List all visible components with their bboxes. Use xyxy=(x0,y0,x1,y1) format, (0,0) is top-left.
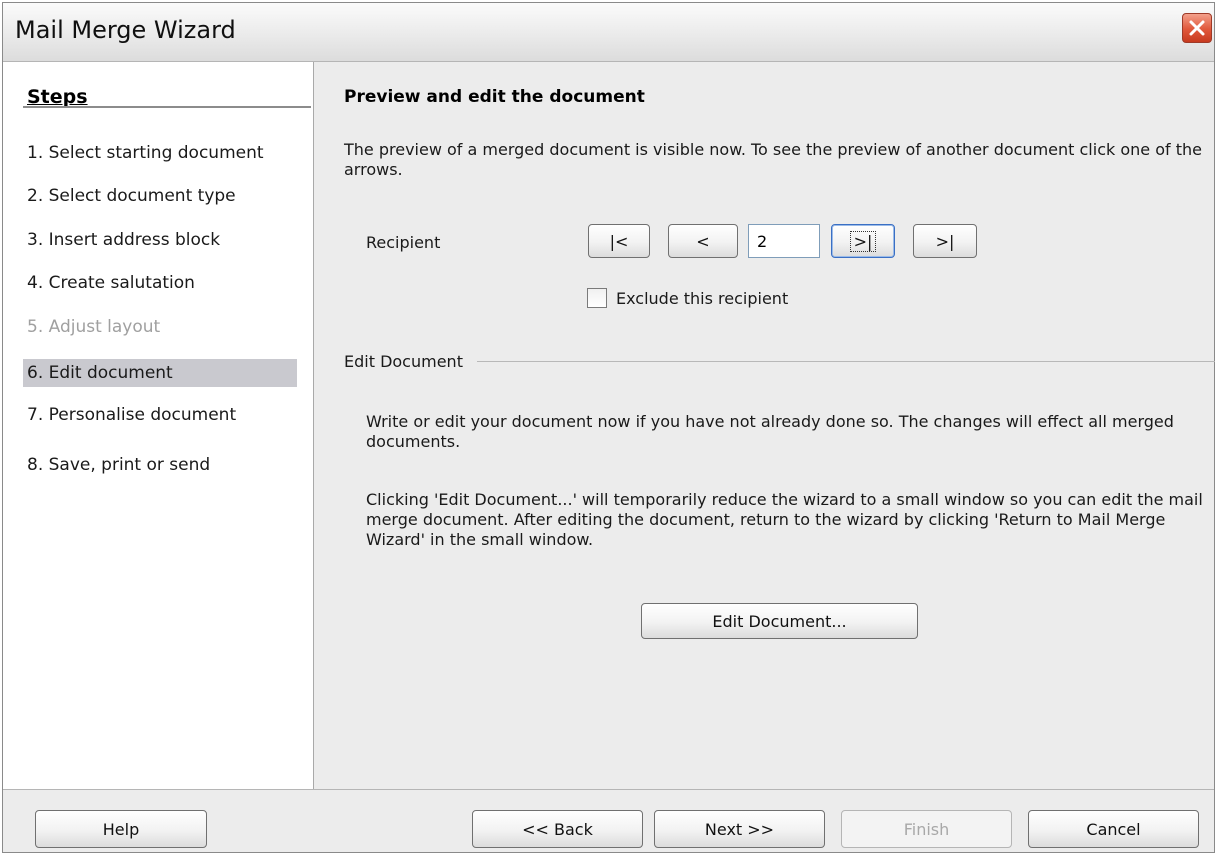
back-button[interactable]: << Back xyxy=(472,810,643,848)
back-button-label: << Back xyxy=(522,819,593,839)
last-recipient-button[interactable]: >| xyxy=(913,224,977,258)
finish-button: Finish xyxy=(841,810,1012,848)
preview-description: The preview of a merged document is visi… xyxy=(344,140,1202,179)
content-pane: Preview and edit the document The previe… xyxy=(314,62,1215,789)
close-icon xyxy=(1189,20,1205,36)
finish-button-label: Finish xyxy=(903,819,950,839)
window-title: Mail Merge Wizard xyxy=(15,16,236,44)
exclude-recipient-checkbox[interactable] xyxy=(587,288,607,308)
previous-recipient-label: < xyxy=(696,231,710,251)
close-button[interactable] xyxy=(1182,13,1212,43)
step-select-starting-document[interactable]: 1. Select starting document xyxy=(23,139,297,167)
step-save-print-send[interactable]: 8. Save, print or send xyxy=(23,451,297,479)
steps-divider xyxy=(23,106,311,108)
last-recipient-label: >| xyxy=(935,231,955,251)
group-separator xyxy=(477,361,1215,362)
step-adjust-layout: 5. Adjust layout xyxy=(27,317,161,337)
step-select-document-type[interactable]: 2. Select document type xyxy=(23,182,297,210)
title-bar: Mail Merge Wizard xyxy=(3,3,1214,62)
steps-title: Steps xyxy=(27,86,88,108)
first-recipient-button[interactable]: |< xyxy=(588,224,650,258)
previous-recipient-button[interactable]: < xyxy=(668,224,738,258)
recipient-label: Recipient xyxy=(366,233,441,252)
edit-explanation: Clicking 'Edit Document...' will tempora… xyxy=(366,490,1203,549)
cancel-button[interactable]: Cancel xyxy=(1028,810,1199,848)
page-title: Preview and edit the document xyxy=(344,87,645,107)
recipient-number-field[interactable] xyxy=(748,224,820,258)
edit-document-button[interactable]: Edit Document... xyxy=(641,603,918,639)
step-create-salutation[interactable]: 4. Create salutation xyxy=(23,269,297,297)
help-button[interactable]: Help xyxy=(35,810,207,848)
next-button[interactable]: Next >> xyxy=(654,810,825,848)
edit-document-group-title: Edit Document xyxy=(344,352,463,371)
help-button-label: Help xyxy=(102,819,140,839)
exclude-recipient-label[interactable]: Exclude this recipient xyxy=(616,289,788,309)
step-personalise-document[interactable]: 7. Personalise document xyxy=(23,401,297,429)
first-recipient-label: |< xyxy=(609,231,629,251)
next-recipient-label: >| xyxy=(849,230,877,252)
button-bar: Help << Back Next >> Finish Cancel xyxy=(3,789,1214,852)
mail-merge-wizard-dialog: Mail Merge Wizard Steps 1. Select starti… xyxy=(2,2,1215,853)
next-recipient-button[interactable]: >| xyxy=(831,224,895,258)
steps-pane: Steps 1. Select starting document 2. Sel… xyxy=(3,62,314,789)
cancel-button-label: Cancel xyxy=(1086,819,1141,839)
edit-document-button-label: Edit Document... xyxy=(712,611,847,631)
step-insert-address-block[interactable]: 3. Insert address block xyxy=(23,226,297,254)
next-button-label: Next >> xyxy=(704,819,775,839)
edit-instructions: Write or edit your document now if you h… xyxy=(366,412,1174,451)
step-edit-document[interactable]: 6. Edit document xyxy=(23,359,297,387)
